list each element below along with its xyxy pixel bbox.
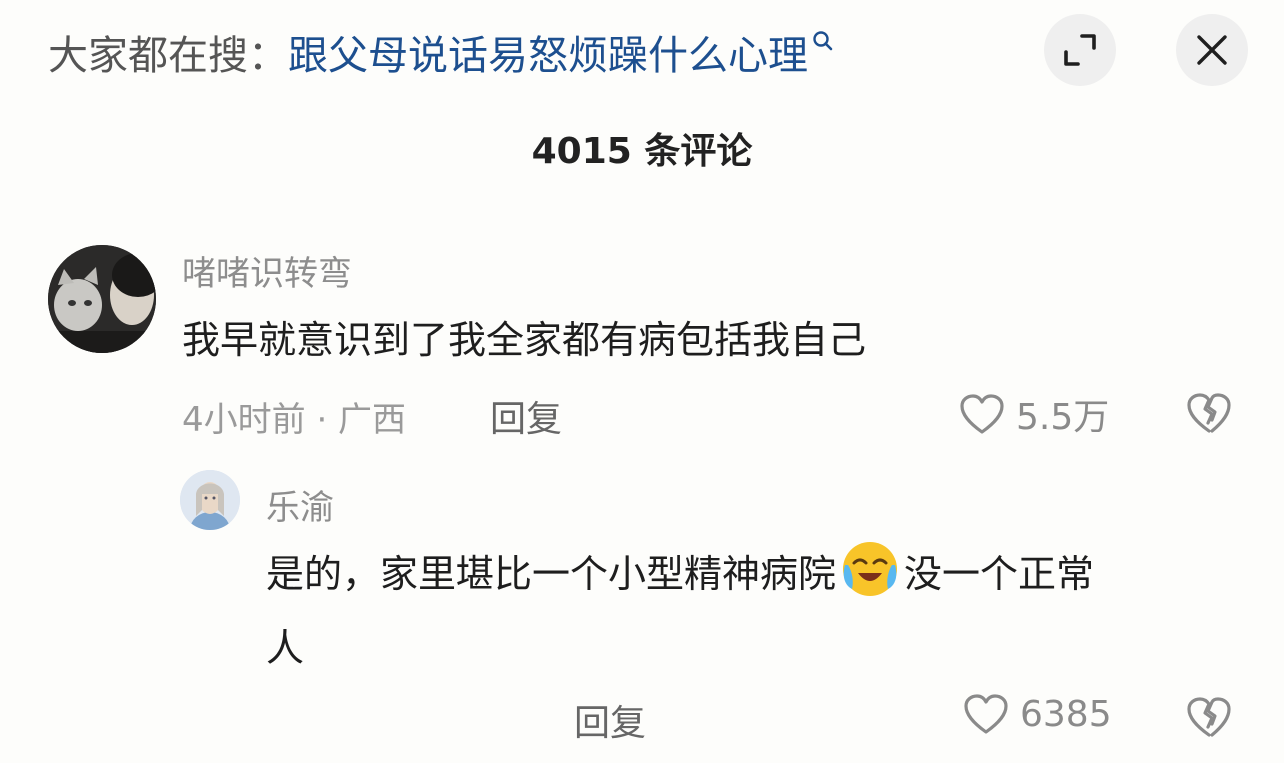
heart-icon	[958, 392, 1006, 436]
comment-text: 我早就意识到了我全家都有病包括我自己	[182, 318, 867, 362]
dislike-button[interactable]	[1184, 390, 1234, 436]
broken-heart-icon	[1184, 694, 1234, 740]
broken-heart-icon	[1184, 390, 1234, 436]
search-prefix-label: 大家都在搜：	[48, 33, 288, 79]
close-button[interactable]	[1176, 14, 1248, 86]
close-icon	[1194, 32, 1230, 68]
like-count: 5.5万	[1016, 397, 1110, 438]
crying-laughing-emoji	[840, 539, 900, 599]
search-suggestion-bar[interactable]: 大家都在搜： 跟父母说话易怒烦躁什么心理	[48, 22, 834, 82]
heart-icon	[962, 692, 1010, 736]
reply-text-line1: 是的，家里堪比一个小型精神病院 没一个正常	[266, 538, 1094, 610]
dislike-button[interactable]	[1184, 694, 1234, 740]
comment-meta: 4小时前 · 广西	[182, 400, 407, 440]
comment-count-title: 4015 条评论	[531, 131, 753, 172]
avatar[interactable]	[48, 245, 156, 353]
like-button[interactable]: 5.5万	[958, 388, 1109, 440]
reply-username[interactable]: 乐渝	[266, 480, 334, 529]
expand-icon	[1060, 30, 1100, 70]
like-count: 6385	[1020, 693, 1112, 735]
reply-text-part: 没一个正常	[904, 552, 1095, 596]
like-button[interactable]: 6385	[962, 692, 1112, 736]
reply-text-part: 是的，家里堪比一个小型精神病院	[266, 552, 837, 596]
comment-username[interactable]: 啫啫识转弯	[182, 246, 352, 295]
reply-button[interactable]: 回复	[490, 390, 562, 442]
expand-button[interactable]	[1044, 14, 1116, 86]
reply-button[interactable]: 回复	[574, 694, 646, 746]
avatar[interactable]	[180, 470, 240, 530]
search-icon	[812, 30, 834, 56]
reply-text-line2: 人	[266, 626, 305, 670]
search-suggestion-link[interactable]: 跟父母说话易怒烦躁什么心理	[288, 23, 808, 81]
